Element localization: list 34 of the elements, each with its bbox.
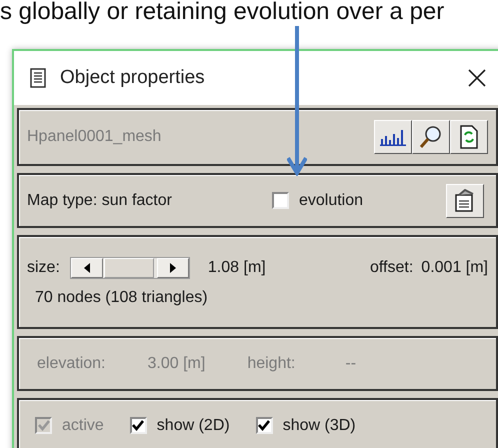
bar-chart-icon bbox=[379, 128, 407, 146]
height-value: -- bbox=[345, 354, 356, 372]
refresh-icon bbox=[459, 125, 479, 149]
checkbox-label: active bbox=[62, 416, 104, 434]
search-icon bbox=[419, 125, 443, 149]
search-button[interactable] bbox=[412, 120, 450, 154]
right-triangle-icon bbox=[170, 263, 176, 273]
checkbox-label: show (2D) bbox=[156, 416, 230, 434]
bar-chart-button[interactable] bbox=[374, 120, 412, 154]
offset-value: 0.001 [m] bbox=[421, 259, 488, 277]
offset-label: offset: bbox=[370, 259, 414, 277]
size-label: size: bbox=[27, 259, 60, 277]
checkbox[interactable] bbox=[130, 417, 147, 434]
left-triangle-icon bbox=[84, 263, 90, 273]
close-button[interactable] bbox=[468, 69, 486, 87]
right-arrow-button[interactable] bbox=[156, 258, 189, 278]
window-title: Object properties bbox=[60, 67, 205, 89]
checkbox[interactable] bbox=[256, 417, 273, 434]
height-label: height: bbox=[247, 354, 296, 372]
refresh-button[interactable] bbox=[450, 120, 488, 154]
size-scrollbar[interactable] bbox=[70, 257, 190, 279]
size-value: 1.08 [m] bbox=[208, 259, 266, 277]
elevation-label: elevation: bbox=[37, 354, 106, 372]
checkbox-label: show (3D) bbox=[282, 416, 356, 434]
properties-button[interactable] bbox=[446, 184, 484, 218]
mesh-info: 70 nodes (108 triangles) bbox=[35, 289, 208, 307]
elevation-value: 3.00 [m] bbox=[148, 354, 206, 372]
map-type-label: Map type: sun factor bbox=[27, 192, 172, 210]
left-arrow-button[interactable] bbox=[70, 258, 103, 278]
document-text: s globally or retaining evolution over a per bbox=[0, 0, 446, 26]
object-name: Hpanel0001_mesh bbox=[27, 128, 162, 146]
document-icon bbox=[30, 68, 46, 88]
checkbox[interactable] bbox=[272, 192, 289, 209]
checkbox-label: evolution bbox=[298, 192, 364, 210]
